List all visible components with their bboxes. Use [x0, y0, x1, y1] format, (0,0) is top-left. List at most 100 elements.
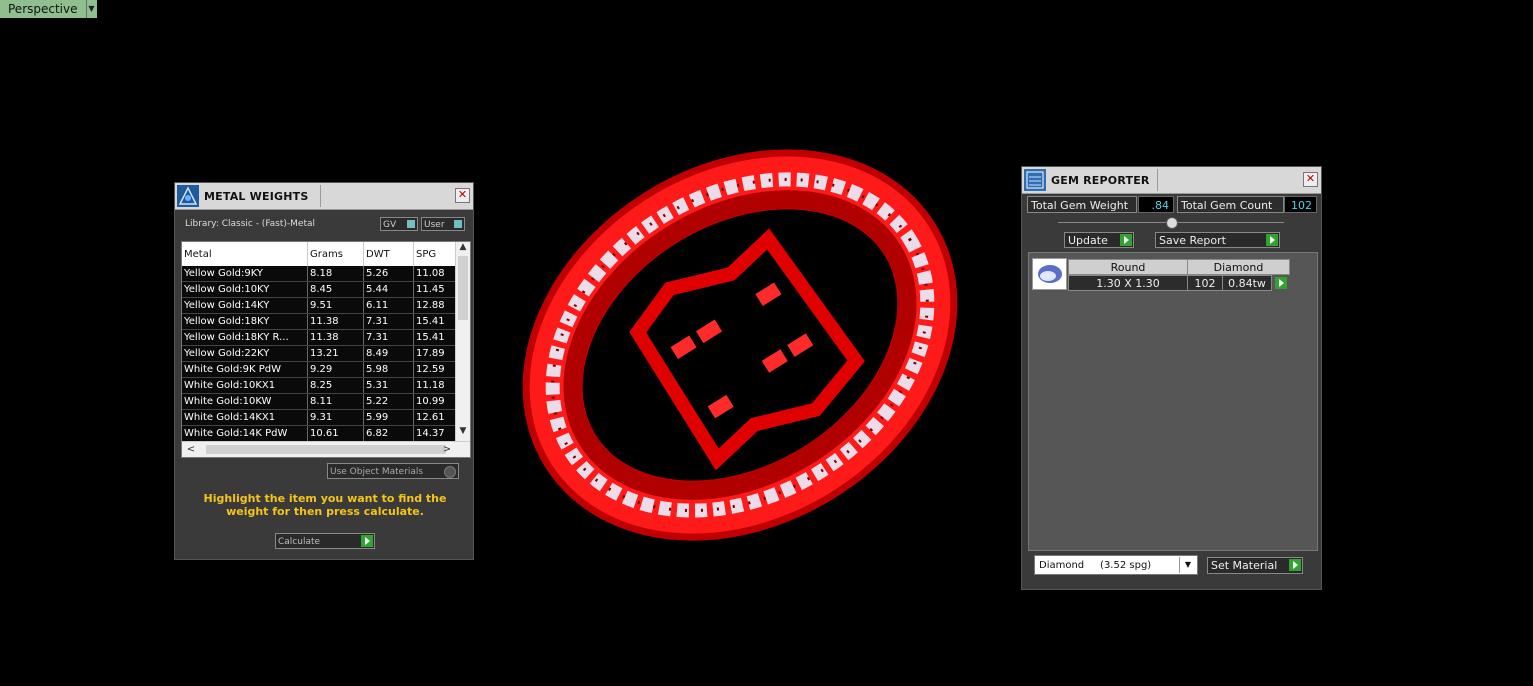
gem-count: 102: [1187, 275, 1223, 291]
cell-grams: 8.11: [307, 393, 364, 410]
cell-dwt: 8.49: [363, 345, 414, 362]
metal-weights-logo-icon: [176, 184, 200, 208]
table-row[interactable]: Yellow Gold:10KY 8.45 5.44 11.45: [182, 281, 458, 298]
play-icon: [1266, 234, 1278, 246]
cell-grams: 8.18: [307, 266, 364, 282]
use-object-materials-toggle[interactable]: Use Object Materials: [327, 463, 459, 479]
cell-grams: 8.25: [307, 377, 364, 394]
table-row[interactable]: White Gold:14KX1 9.31 5.99 12.61: [182, 409, 458, 426]
slider-knob[interactable]: [1166, 217, 1178, 229]
cell-dwt: 5.31: [363, 377, 414, 394]
cell-grams: 8.45: [307, 281, 364, 298]
cell-spg: 10.99: [413, 393, 458, 410]
scroll-right-icon[interactable]: >: [440, 442, 454, 457]
table-row[interactable]: Yellow Gold:18KY 11.38 7.31 15.41: [182, 313, 458, 330]
ring-render: [522, 149, 958, 541]
update-label: Update: [1068, 234, 1108, 247]
cell-dwt: 5.22: [363, 393, 414, 410]
cell-dwt: 7.31: [363, 313, 414, 330]
cell-spg: 12.88: [413, 297, 458, 314]
metal-weights-panel: METAL WEIGHTS ✕ Library: Classic - (Fast…: [174, 182, 474, 560]
scroll-thumb-horizontal[interactable]: [206, 445, 446, 454]
chevron-down-icon[interactable]: ▼: [1179, 557, 1196, 573]
gem-reporter-header[interactable]: GEM REPORTER ✕: [1022, 167, 1321, 194]
cell-spg: 15.41: [413, 313, 458, 330]
material-select[interactable]: Diamond (3.52 spg) ▼: [1034, 555, 1198, 575]
cell-dwt: 7.31: [363, 329, 414, 346]
table-row[interactable]: Yellow Gold:14KY 9.51 6.11 12.88: [182, 297, 458, 314]
cell-spg: 12.59: [413, 361, 458, 378]
scroll-down-icon[interactable]: ▼: [456, 426, 470, 440]
viewport-name[interactable]: Perspective: [0, 0, 86, 18]
cell-spg: 11.45: [413, 281, 458, 298]
total-gem-count-label: Total Gem Count: [1177, 196, 1284, 213]
gem-reporter-logo-icon: [1023, 168, 1047, 192]
gem-slider[interactable]: [1058, 217, 1284, 229]
column-header-spg[interactable]: SPG: [413, 242, 458, 266]
metal-weights-header[interactable]: METAL WEIGHTS ✕: [175, 183, 473, 210]
round-gem-icon: [1032, 258, 1067, 290]
metal-table-grid: Metal Grams DWT SPG Yellow Gold:9KY 8.18 5…: [182, 242, 458, 442]
toggle-knob-icon: [454, 220, 462, 228]
table-row[interactable]: White Gold:14K PdW 10.61 6.82 14.37: [182, 425, 458, 442]
total-gem-count-value: 102: [1284, 196, 1317, 213]
viewport-label[interactable]: Perspective ▼: [0, 0, 97, 18]
cell-grams: 11.38: [307, 313, 364, 330]
header-separator: [1157, 169, 1158, 191]
gem-row-select-button[interactable]: [1273, 276, 1287, 292]
use-object-materials-label: Use Object Materials: [330, 467, 424, 477]
cell-grams: 13.21: [307, 345, 364, 362]
total-gem-weight-label: Total Gem Weight: [1027, 196, 1137, 213]
total-gem-weight-value: .84: [1138, 196, 1174, 213]
cell-grams: 9.51: [307, 297, 364, 314]
scroll-left-icon[interactable]: <: [184, 442, 198, 457]
table-row[interactable]: White Gold:10KW 8.11 5.22 10.99: [182, 393, 458, 410]
scroll-up-icon[interactable]: ▲: [456, 242, 470, 256]
cell-spg: 15.41: [413, 329, 458, 346]
scroll-thumb[interactable]: [458, 256, 468, 320]
vertical-scrollbar[interactable]: ▲ ▼: [455, 242, 470, 442]
user-toggle[interactable]: User: [421, 217, 465, 231]
column-header-metal[interactable]: Metal: [182, 242, 308, 266]
save-report-label: Save Report: [1159, 234, 1226, 247]
toggle-knob-icon: [407, 220, 415, 228]
cell-dwt: 6.82: [363, 425, 414, 442]
cell-spg: 11.08: [413, 266, 458, 282]
play-icon: [361, 535, 373, 547]
viewport-dropdown-icon[interactable]: ▼: [85, 0, 97, 18]
gem-reporter-title: GEM REPORTER: [1051, 173, 1150, 187]
table-row[interactable]: Yellow Gold:22KY 13.21 8.49 17.89: [182, 345, 458, 362]
set-material-button[interactable]: Set Material: [1207, 557, 1303, 574]
gem-type-header: Diamond: [1187, 259, 1290, 275]
table-row[interactable]: Yellow Gold:18KY R... 11.38 7.31 15.41: [182, 329, 458, 346]
close-icon[interactable]: ✕: [455, 188, 470, 203]
cell-spg: 12.61: [413, 409, 458, 426]
cell-metal: Yellow Gold:22KY: [182, 345, 308, 362]
column-header-grams[interactable]: Grams: [307, 242, 364, 266]
close-icon[interactable]: ✕: [1303, 172, 1318, 187]
calculate-button[interactable]: Calculate: [275, 533, 375, 549]
cell-metal: Yellow Gold:18KY: [182, 313, 308, 330]
gem-shape-header: Round: [1068, 259, 1188, 275]
hint-text: Highlight the item you want to find the …: [203, 492, 447, 518]
cell-grams: 10.61: [307, 425, 364, 442]
table-row[interactable]: White Gold:10KX1 8.25 5.31 11.18: [182, 377, 458, 394]
play-icon: [1275, 277, 1287, 289]
metal-table[interactable]: Metal Grams DWT SPG Yellow Gold:9KY 8.18 5…: [181, 241, 471, 458]
cell-dwt: 5.99: [363, 409, 414, 426]
cell-spg: 14.37: [413, 425, 458, 442]
save-report-button[interactable]: Save Report: [1155, 232, 1280, 248]
gem-list[interactable]: Round Diamond 1.30 X 1.30 102 0.84tw: [1028, 252, 1318, 551]
column-header-dwt[interactable]: DWT: [363, 242, 414, 266]
horizontal-scrollbar[interactable]: < >: [182, 441, 470, 457]
update-button[interactable]: Update: [1064, 232, 1134, 248]
gv-toggle-label: GV: [383, 220, 397, 230]
table-header-row: Metal Grams DWT SPG: [182, 242, 458, 266]
cell-dwt: 5.98: [363, 361, 414, 378]
cell-dwt: 5.44: [363, 281, 414, 298]
gv-toggle[interactable]: GV: [380, 217, 418, 231]
play-icon: [1120, 234, 1132, 246]
gem-reporter-panel: GEM REPORTER ✕ Total Gem Weight .84 Tota…: [1021, 166, 1322, 590]
table-row[interactable]: White Gold:9K PdW 9.29 5.98 12.59: [182, 361, 458, 378]
table-row[interactable]: Yellow Gold:9KY 8.18 5.26 11.08: [182, 266, 458, 282]
